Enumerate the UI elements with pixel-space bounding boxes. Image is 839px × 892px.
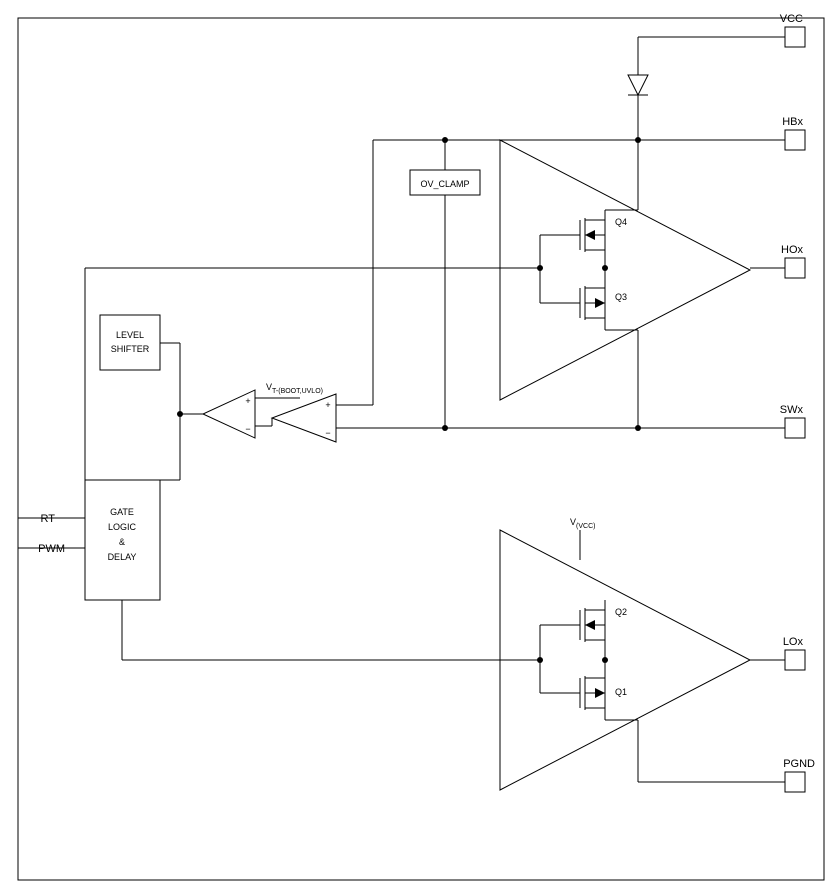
pad-lox: [785, 650, 805, 670]
pad-pgnd: [785, 772, 805, 792]
pad-hox: [785, 258, 805, 278]
level-shifter-block: [100, 315, 160, 370]
pad-vcc: [785, 27, 805, 47]
comp1-plus: +: [245, 396, 250, 406]
comp2-minus: −: [325, 428, 330, 438]
q3-label: Q3: [615, 292, 627, 302]
q4-label: Q4: [615, 217, 627, 227]
gate-logic-label-1: GATE: [110, 507, 134, 517]
gate-logic-label-4: DELAY: [108, 552, 137, 562]
pin-label-pgnd: PGND: [783, 758, 815, 770]
level-shifter-label-1: LEVEL: [116, 330, 144, 340]
pin-label-rt: RT: [41, 513, 56, 525]
q1-label: Q1: [615, 687, 627, 697]
ov-clamp-label: OV_CLAMP: [420, 179, 469, 189]
pad-swx: [785, 418, 805, 438]
ic-outline: [18, 18, 824, 880]
q2-label: Q2: [615, 607, 627, 617]
pin-label-hox: HOx: [781, 244, 804, 256]
comp2-plus: +: [325, 400, 330, 410]
gate-logic-label-3: &: [119, 537, 125, 547]
comp1-minus: −: [245, 424, 250, 434]
gate-logic-label-2: LOGIC: [108, 522, 137, 532]
pin-label-swx: SWx: [780, 404, 804, 416]
level-shifter-label-2: SHIFTER: [111, 344, 150, 354]
junction: [442, 137, 448, 143]
junction: [537, 657, 543, 663]
junction: [602, 657, 608, 663]
pin-label-hbx: HBx: [782, 116, 803, 128]
pad-hbx: [785, 130, 805, 150]
pin-label-pwm: PWM: [38, 543, 65, 555]
pin-label-vcc: VCC: [780, 13, 803, 25]
pin-label-lox: LOx: [783, 636, 804, 648]
junction: [537, 265, 543, 271]
